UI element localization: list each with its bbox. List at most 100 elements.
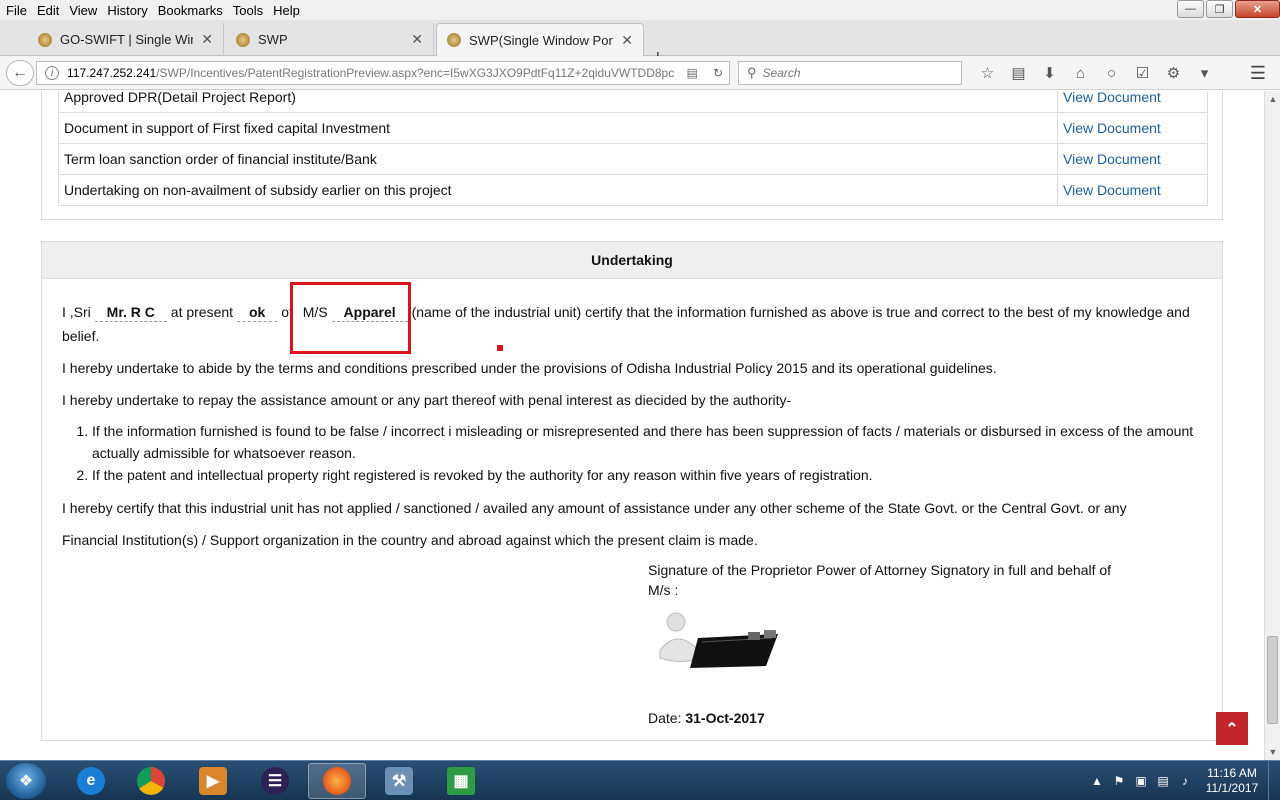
search-input[interactable] <box>762 66 943 80</box>
tab-swp[interactable]: SWP ✕ <box>226 23 434 56</box>
site-favicon-icon <box>38 32 52 47</box>
tray-expand-icon[interactable]: ▲ <box>1086 774 1108 788</box>
table-row: Document in support of First fixed capit… <box>58 112 1208 144</box>
undertaking-panel: Undertaking I ,Sri Mr. R C at present ok… <box>41 241 1223 741</box>
spreadsheet-icon: ▦ <box>447 767 475 795</box>
tab-title: GO-SWIFT | Single Window... <box>60 32 193 47</box>
signature-image <box>648 608 788 678</box>
page-scrollbar[interactable]: ▲ ▼ <box>1264 91 1280 760</box>
action-center-flag-icon[interactable]: ⚑ <box>1108 774 1130 788</box>
taskbar-tools[interactable]: ⚒ <box>370 763 428 799</box>
taskbar-eclipse[interactable]: ☰ <box>246 763 304 799</box>
window-controls: — ❐ ✕ <box>1175 0 1280 18</box>
show-desktop-button[interactable] <box>1268 761 1280 800</box>
clock-time: 11:16 AM <box>1207 766 1257 780</box>
start-button[interactable]: ❖ <box>6 763 46 799</box>
menu-help[interactable]: Help <box>268 3 305 18</box>
document-name: Term loan sanction order of financial in… <box>58 143 1058 175</box>
institution-paragraph: Financial Institution(s) / Support organ… <box>62 532 758 548</box>
documents-table: Approved DPR(Detail Project Report) View… <box>58 91 1208 206</box>
extension-icon[interactable]: ⚙ <box>1158 61 1189 85</box>
document-name: Approved DPR(Detail Project Report) <box>58 91 1058 113</box>
at-present-label: at present <box>170 304 234 320</box>
tab-close-icon[interactable]: ✕ <box>201 31 213 48</box>
hamburger-menu-icon[interactable]: ☰ <box>1246 61 1270 85</box>
tab-title: SWP <box>258 32 288 47</box>
site-info-icon[interactable]: i <box>45 66 59 80</box>
reload-icon[interactable]: ↻ <box>708 66 728 80</box>
minimize-button[interactable]: — <box>1177 0 1204 18</box>
chevron-down-icon[interactable]: ▾ <box>1189 61 1220 85</box>
ms-colon-label: M/s : <box>648 582 679 598</box>
chrome-icon <box>137 767 165 795</box>
download-icon[interactable]: ⬇ <box>1034 61 1065 85</box>
date-line: Date: 31-Oct-2017 <box>648 708 1148 728</box>
view-document-link[interactable]: View Document <box>1057 174 1208 206</box>
restore-button[interactable]: ❐ <box>1206 0 1233 18</box>
conditions-list-wrapper: If the information furnished is found to… <box>62 420 1207 486</box>
bookmarks-list-icon[interactable]: ▤ <box>1003 61 1034 85</box>
taskbar-firefox[interactable] <box>308 763 366 799</box>
industrial-unit-value: Apparel <box>331 303 408 322</box>
home-icon[interactable]: ⌂ <box>1065 61 1096 85</box>
pocket-icon[interactable]: ☑ <box>1127 61 1158 85</box>
device-icon[interactable]: ▣ <box>1130 774 1152 788</box>
abide-paragraph: I hereby undertake to abide by the terms… <box>62 360 997 376</box>
table-row: Undertaking on non-availment of subsidy … <box>58 174 1208 206</box>
search-icon: ⚲ <box>747 65 757 80</box>
network-icon[interactable]: ▤ <box>1152 774 1174 788</box>
documents-panel: Approved DPR(Detail Project Report) View… <box>41 91 1223 220</box>
signature-placeholder-icon <box>648 608 788 678</box>
tab-close-icon[interactable]: ✕ <box>411 31 423 48</box>
menu-view[interactable]: View <box>64 3 102 18</box>
back-arrow-icon[interactable]: ← <box>6 60 34 86</box>
chat-icon[interactable]: ○ <box>1096 61 1127 85</box>
date-label: Date: <box>648 710 682 726</box>
tab-close-icon[interactable]: ✕ <box>621 32 633 49</box>
toolbar-icons: ☆ ▤ ⬇ ⌂ ○ ☑ ⚙ ▾ <box>972 61 1220 85</box>
back-to-top-button[interactable]: ⌃ <box>1216 712 1248 745</box>
system-clock[interactable]: 11:16 AM 11/1/2017 <box>1196 766 1268 796</box>
search-bar[interactable]: ⚲ <box>738 61 962 85</box>
reader-view-icon[interactable]: ▤ <box>682 66 702 80</box>
windows-logo-icon: ❖ <box>18 773 34 790</box>
tab-swp-portal[interactable]: SWP(Single Window Portal) ✕ <box>436 23 644 56</box>
menu-edit[interactable]: Edit <box>32 3 64 18</box>
url-path: /SWP/Incentives/PatentRegistrationPrevie… <box>156 66 675 80</box>
url-host: 117.247.252.241 <box>67 66 157 80</box>
close-window-button[interactable]: ✕ <box>1235 0 1280 18</box>
site-favicon-icon <box>447 33 461 47</box>
annotation-dot <box>497 345 503 351</box>
menu-tools[interactable]: Tools <box>228 3 268 18</box>
bookmark-star-icon[interactable]: ☆ <box>972 61 1003 85</box>
taskbar-spreadsheet[interactable]: ▦ <box>432 763 490 799</box>
taskbar-internet-explorer[interactable]: e <box>62 763 120 799</box>
view-document-link[interactable]: View Document <box>1057 143 1208 175</box>
menu-history[interactable]: History <box>102 3 152 18</box>
tab-go-swift[interactable]: GO-SWIFT | Single Window... ✕ <box>28 23 224 56</box>
media-player-icon: ▶ <box>199 767 227 795</box>
address-bar[interactable]: i 117.247.252.241 /SWP/Incentives/Patent… <box>36 61 730 85</box>
view-document-link[interactable]: View Document <box>1057 91 1208 113</box>
view-document-link[interactable]: View Document <box>1057 112 1208 144</box>
conditions-list: If the information furnished is found to… <box>62 420 1207 486</box>
scroll-up-arrow-icon[interactable]: ▲ <box>1265 91 1280 107</box>
present-address-value: ok <box>236 303 278 322</box>
tab-title: SWP(Single Window Portal) <box>469 32 613 48</box>
scroll-down-arrow-icon[interactable]: ▼ <box>1265 744 1280 760</box>
navigation-bar: ← i 117.247.252.241 /SWP/Incentives/Pate… <box>0 56 1280 90</box>
menu-bookmarks[interactable]: Bookmarks <box>153 3 228 18</box>
tools-icon: ⚒ <box>385 767 413 795</box>
menu-file[interactable]: File <box>1 3 32 18</box>
firefox-icon <box>323 767 351 795</box>
applicant-name-value: Mr. R C <box>94 303 167 322</box>
document-name: Document in support of First fixed capit… <box>58 112 1058 144</box>
scrollbar-thumb[interactable] <box>1267 636 1278 724</box>
taskbar-chrome[interactable] <box>122 763 180 799</box>
undertaking-declaration: I ,Sri Mr. R C at present ok of M/S Appa… <box>62 300 1207 348</box>
taskbar-media-player[interactable]: ▶ <box>184 763 242 799</box>
volume-icon[interactable]: ♪ <box>1174 774 1196 788</box>
menu-bar: File Edit View History Bookmarks Tools H… <box>0 0 1280 20</box>
signature-block: Signature of the Proprietor Power of Att… <box>648 560 1148 728</box>
table-row: Approved DPR(Detail Project Report) View… <box>58 91 1208 113</box>
